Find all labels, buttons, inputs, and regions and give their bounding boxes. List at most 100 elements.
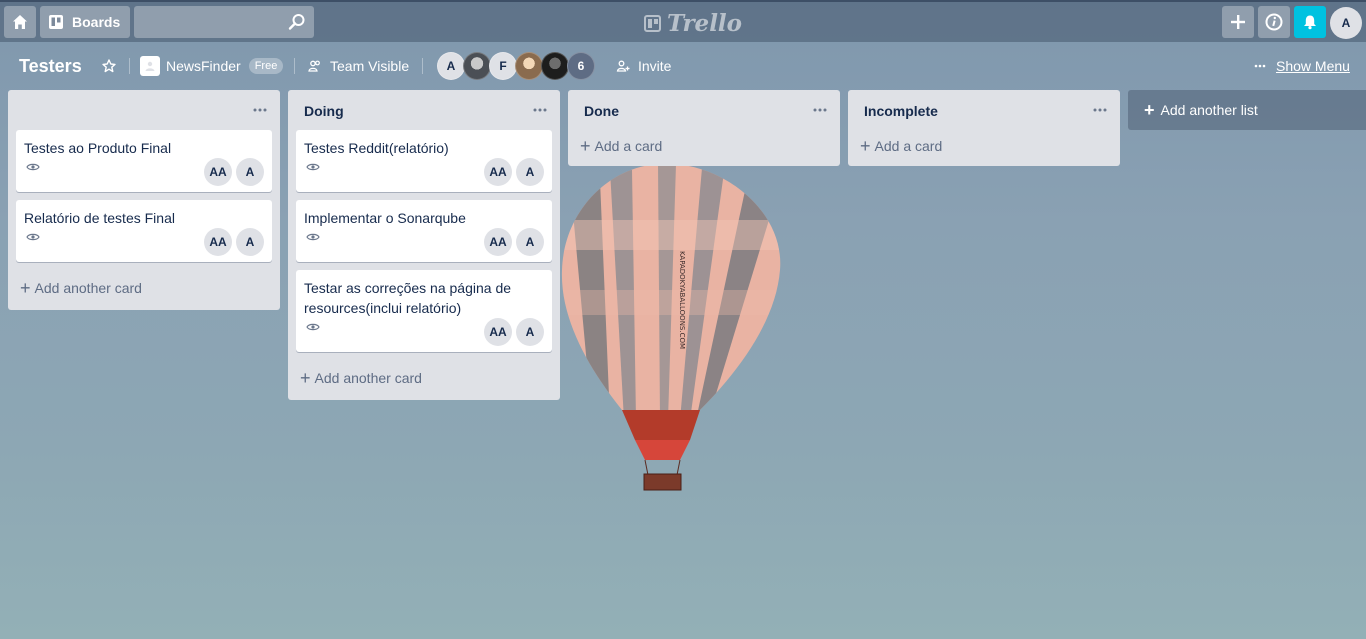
- invite-label: Invite: [638, 58, 672, 74]
- member-avatar[interactable]: [541, 52, 569, 80]
- list-untitled: Testes ao Produto Final AA A Relatório d…: [8, 90, 280, 310]
- card-badges: AA A: [304, 158, 544, 188]
- plus-icon: +: [580, 136, 591, 156]
- list-title[interactable]: Done: [584, 103, 619, 119]
- card-members: AA A: [484, 318, 544, 346]
- more-horizontal-icon: [1093, 108, 1107, 112]
- member-avatar[interactable]: F: [489, 52, 517, 80]
- list-menu-button[interactable]: [1092, 102, 1108, 118]
- more-members-badge[interactable]: 6: [567, 52, 595, 80]
- card-badges: AA A: [304, 318, 544, 348]
- card-members: AA A: [204, 228, 264, 256]
- notifications-button[interactable]: [1294, 6, 1326, 38]
- card-member-avatar[interactable]: AA: [484, 158, 512, 186]
- invite-button[interactable]: Invite: [616, 44, 671, 88]
- star-icon: [102, 59, 116, 73]
- more-horizontal-icon: [253, 108, 267, 112]
- header-divider: [422, 58, 423, 74]
- add-card-label: Add another card: [34, 280, 142, 296]
- info-button[interactable]: [1258, 6, 1290, 38]
- bell-icon: [1304, 15, 1316, 30]
- home-icon: [13, 15, 27, 29]
- show-menu-button[interactable]: Show Menu: [1254, 44, 1350, 88]
- add-card-button[interactable]: + Add a card: [572, 130, 836, 162]
- trello-logo-icon: [644, 14, 661, 32]
- card[interactable]: Relatório de testes Final AA A: [16, 200, 272, 262]
- user-avatar[interactable]: A: [1330, 7, 1362, 39]
- team-name: NewsFinder: [166, 58, 241, 74]
- list-title[interactable]: Doing: [304, 103, 344, 119]
- top-header: Boards Trello A: [0, 0, 1366, 42]
- team-button[interactable]: NewsFinder Free: [140, 44, 284, 88]
- card-badges: AA A: [24, 158, 264, 188]
- star-board-button[interactable]: [100, 44, 118, 88]
- add-card-button[interactable]: + Add another card: [12, 270, 276, 306]
- member-avatar[interactable]: [463, 52, 491, 80]
- watching-eye-icon: [306, 233, 320, 241]
- card-badges: AA A: [304, 228, 544, 258]
- card-title: Relatório de testes Final: [24, 210, 175, 226]
- card-member-avatar[interactable]: A: [516, 228, 544, 256]
- add-list-label: Add another list: [1160, 102, 1258, 118]
- watching-eye-icon: [26, 233, 40, 241]
- create-button[interactable]: [1222, 6, 1254, 38]
- team-logo-icon: [140, 56, 160, 76]
- card-members: AA A: [484, 228, 544, 256]
- search-icon[interactable]: [288, 13, 306, 31]
- trello-logo[interactable]: Trello: [644, 9, 742, 37]
- watching-eye-icon: [306, 323, 320, 331]
- watching-eye-icon: [26, 163, 40, 171]
- card-member-avatar[interactable]: A: [236, 158, 264, 186]
- card[interactable]: Testes ao Produto Final AA A: [16, 130, 272, 192]
- card-member-avatar[interactable]: AA: [484, 228, 512, 256]
- boards-icon: [49, 15, 63, 29]
- card-members: AA A: [484, 158, 544, 186]
- list-header: Incomplete: [848, 90, 1120, 130]
- header-divider: [129, 58, 130, 74]
- plus-icon: +: [300, 368, 311, 388]
- team-visibility-icon: [308, 60, 320, 72]
- card-member-avatar[interactable]: A: [236, 228, 264, 256]
- card-member-avatar[interactable]: AA: [204, 228, 232, 256]
- member-avatar[interactable]: [515, 52, 543, 80]
- list-menu-button[interactable]: [532, 102, 548, 118]
- visibility-button[interactable]: Team Visible: [308, 44, 409, 88]
- background-balloon-image: KAPADOKYABALLOONS.COM: [561, 163, 781, 491]
- card-member-avatar[interactable]: A: [516, 318, 544, 346]
- card-member-avatar[interactable]: AA: [484, 318, 512, 346]
- search-input[interactable]: [134, 6, 314, 38]
- add-card-label: Add a card: [874, 138, 943, 154]
- add-card-label: Add a card: [594, 138, 663, 154]
- add-card-button[interactable]: + Add a card: [852, 130, 1116, 162]
- home-button[interactable]: [4, 6, 36, 38]
- add-list-button[interactable]: + Add another list: [1128, 90, 1366, 130]
- member-avatar[interactable]: A: [437, 52, 465, 80]
- add-card-button[interactable]: + Add another card: [292, 360, 556, 396]
- info-icon: [1265, 13, 1283, 31]
- trello-logo-text: Trello: [667, 9, 743, 37]
- card[interactable]: Testar as correções na página de resourc…: [296, 270, 552, 352]
- list-header: Doing: [288, 90, 560, 130]
- card-member-avatar[interactable]: A: [516, 158, 544, 186]
- list-menu-button[interactable]: [812, 102, 828, 118]
- plus-icon: [1231, 15, 1245, 29]
- card-title: Implementar o Sonarqube: [304, 210, 466, 226]
- plus-icon: +: [860, 136, 871, 156]
- add-card-label: Add another card: [314, 370, 422, 386]
- board-members: A F 6: [437, 44, 595, 88]
- plus-icon: +: [20, 278, 31, 298]
- list-doing: Doing Testes Reddit(relatório) AA A Impl…: [288, 90, 560, 400]
- user-avatar-initial: A: [1341, 16, 1351, 30]
- list-title[interactable]: Incomplete: [864, 103, 938, 119]
- list-menu-button[interactable]: [252, 102, 268, 118]
- header-divider: [294, 58, 295, 74]
- card[interactable]: Testes Reddit(relatório) AA A: [296, 130, 552, 192]
- card[interactable]: Implementar o Sonarqube AA A: [296, 200, 552, 262]
- boards-button-label: Boards: [72, 14, 121, 30]
- boards-button[interactable]: Boards: [40, 6, 130, 38]
- watching-eye-icon: [306, 163, 320, 171]
- card-badges: AA A: [24, 228, 264, 258]
- plus-icon: +: [1144, 100, 1155, 120]
- card-member-avatar[interactable]: AA: [204, 158, 232, 186]
- board-title[interactable]: Testers: [19, 44, 82, 88]
